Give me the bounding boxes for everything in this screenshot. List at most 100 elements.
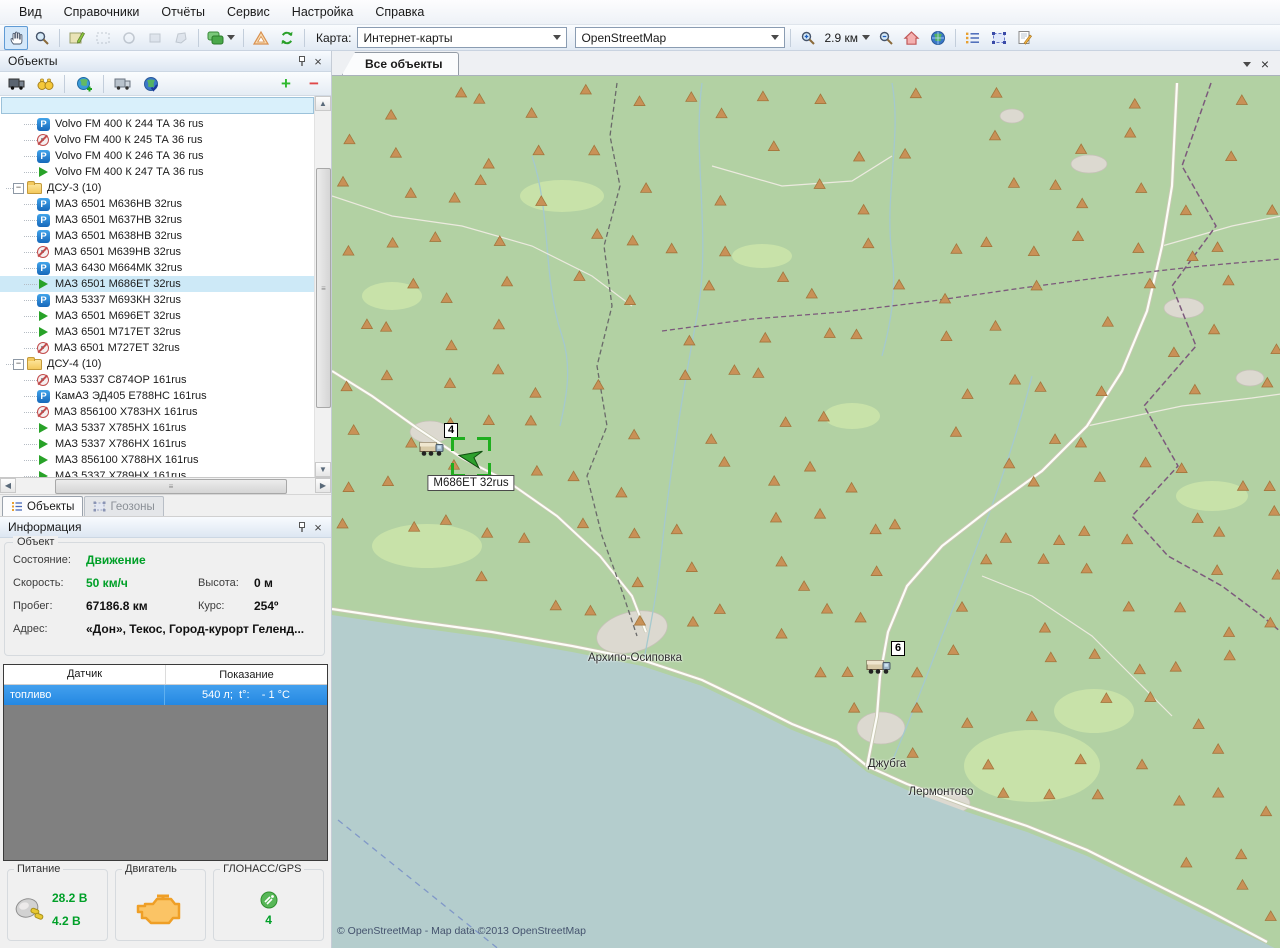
add-object-button[interactable]: + xyxy=(274,72,298,96)
zoom-tool-button[interactable] xyxy=(30,26,54,50)
zoom-scale-value: 2.9 км xyxy=(824,31,858,45)
engine-title: Двигатель xyxy=(122,863,180,875)
vehicle-truck-marker[interactable] xyxy=(419,440,445,461)
scroll-right-button[interactable]: ▶ xyxy=(315,478,331,493)
edit-map-button[interactable] xyxy=(65,26,89,50)
globe-icon xyxy=(930,30,946,46)
tree-item[interactable]: МАЗ 6501 М696ЕТ 32rus xyxy=(0,308,314,324)
refresh-button[interactable] xyxy=(275,26,299,50)
offline-status-icon xyxy=(37,134,49,146)
tree-filter-input[interactable] xyxy=(1,97,314,114)
vehicle-truck-marker[interactable] xyxy=(866,658,892,679)
object-on-map-button[interactable] xyxy=(139,72,163,96)
tree-item[interactable]: МАЗ 6501 М639НВ 32rus xyxy=(0,244,314,260)
map-tab-all-objects[interactable]: Все объекты xyxy=(342,52,459,75)
tree-item[interactable]: МАЗ 856100 Х788НХ 161rus xyxy=(0,452,314,468)
scroll-up-button[interactable]: ▲ xyxy=(315,96,331,111)
close-map-tab-icon[interactable]: × xyxy=(1256,55,1274,73)
menu-item-5[interactable]: Настройка xyxy=(281,2,365,22)
tree-item-label: МАЗ 856100 Х783НХ 161rus xyxy=(54,406,198,418)
scroll-left-button[interactable]: ◀ xyxy=(0,478,16,493)
circle-zone-button[interactable] xyxy=(117,26,141,50)
speed-label: Скорость: xyxy=(13,577,86,589)
map-canvas[interactable]: © OpenStreetMap - Map data ©2013 OpenStr… xyxy=(332,76,1280,948)
tree-item[interactable]: МАЗ 5337 Х786НХ 161rus xyxy=(0,436,314,452)
show-vehicle-button[interactable] xyxy=(5,72,29,96)
separator xyxy=(198,29,199,47)
layers-button[interactable] xyxy=(204,26,238,50)
zoom-scale-control[interactable]: 2.9 км xyxy=(822,31,872,45)
zoom-in-button[interactable] xyxy=(796,26,820,50)
truck-dark-icon xyxy=(8,77,26,90)
pan-tool-button[interactable] xyxy=(4,26,28,50)
pin-icon[interactable] xyxy=(294,520,310,535)
home-view-button[interactable] xyxy=(900,26,924,50)
tree-item-label: МАЗ 5337 Х785НХ 161rus xyxy=(55,422,186,434)
rect-zone-button[interactable] xyxy=(143,26,167,50)
find-object-button[interactable] xyxy=(33,72,57,96)
tree-item[interactable]: МАЗ 856100 Х783НХ 161rus xyxy=(0,404,314,420)
tree-item-label: МАЗ 5337 Х786НХ 161rus xyxy=(55,438,186,450)
scroll-thumb[interactable]: ≡ xyxy=(55,479,287,494)
show-all-on-map-button[interactable] xyxy=(72,72,96,96)
expander-icon[interactable]: − xyxy=(13,183,24,194)
polygon-zone-button[interactable] xyxy=(169,26,193,50)
tree-item[interactable]: PМАЗ 6501 М638НВ 32rus xyxy=(0,228,314,244)
map-provider-combobox[interactable]: OpenStreetMap xyxy=(575,27,785,48)
close-icon[interactable]: × xyxy=(310,54,326,69)
object-list-button[interactable] xyxy=(961,26,985,50)
dropdown-caret xyxy=(771,35,779,40)
tree-item[interactable]: PМАЗ 6430 М664МК 32rus xyxy=(0,260,314,276)
selected-vehicle-marker[interactable] xyxy=(451,437,491,477)
tree-item[interactable]: PМАЗ 5337 М693КН 32rus xyxy=(0,292,314,308)
tree-item[interactable]: PМАЗ 6501 М637НВ 32rus xyxy=(0,212,314,228)
tab-list-dropdown[interactable] xyxy=(1238,55,1256,73)
scroll-down-button[interactable]: ▼ xyxy=(315,462,331,477)
notes-button[interactable] xyxy=(1013,26,1037,50)
zoom-out-button[interactable] xyxy=(874,26,898,50)
tree-guide xyxy=(24,412,37,413)
geofence-button[interactable] xyxy=(987,26,1011,50)
tree-item[interactable]: PVolvo FM 400 К 244 ТА 36 rus xyxy=(0,116,314,132)
tab-geofences[interactable]: Геозоны xyxy=(84,496,163,516)
object-info-group: Объект Состояние: Движение Скорость: 50 … xyxy=(4,542,325,656)
tree-vertical-scrollbar[interactable]: ▲ ≡ ▼ xyxy=(314,96,331,477)
lasso-select-button[interactable] xyxy=(91,26,115,50)
offline-status-icon xyxy=(37,342,49,354)
tree-item[interactable]: МАЗ 6501 М717ЕТ 32rus xyxy=(0,324,314,340)
tree-item[interactable]: МАЗ 5337 С874ОР 161rus xyxy=(0,372,314,388)
map-type-combobox[interactable]: Интернет-карты xyxy=(357,27,567,48)
engine-icon xyxy=(135,892,187,926)
tree-item[interactable]: МАЗ 6501 М686ЕТ 32rus xyxy=(0,276,314,292)
tree-item[interactable]: МАЗ 6501 М727ЕТ 32rus xyxy=(0,340,314,356)
sensor-row-fuel[interactable]: топливо 540 л; t°: - 1 °C xyxy=(4,685,327,705)
tree-item[interactable]: Volvo FM 400 К 247 ТА 36 rus xyxy=(0,164,314,180)
tree-item[interactable]: PVolvo FM 400 К 246 ТА 36 rus xyxy=(0,148,314,164)
measure-button[interactable] xyxy=(249,26,273,50)
close-icon[interactable]: × xyxy=(310,520,326,535)
tree-item[interactable]: МАЗ 5337 Х789НХ 161rus xyxy=(0,468,314,477)
tree-item[interactable]: PМАЗ 6501 М636НВ 32rus xyxy=(0,196,314,212)
parked-status-icon: P xyxy=(37,150,50,163)
expander-icon[interactable]: − xyxy=(13,359,24,370)
tree-item[interactable]: Volvo FM 400 К 245 ТА 36 rus xyxy=(0,132,314,148)
remove-object-button[interactable]: − xyxy=(302,72,326,96)
tab-objects[interactable]: Объекты xyxy=(2,496,83,516)
follow-vehicle-button[interactable] xyxy=(111,72,135,96)
tree-item[interactable]: МАЗ 5337 Х785НХ 161rus xyxy=(0,420,314,436)
scroll-thumb[interactable]: ≡ xyxy=(316,168,331,408)
world-view-button[interactable] xyxy=(926,26,950,50)
tree-item[interactable]: −ДСУ-3 (10) xyxy=(0,180,314,196)
menu-item-6[interactable]: Справка xyxy=(364,2,435,22)
menu-item-3[interactable]: Отчёты xyxy=(150,2,216,22)
value-column-header: Показание xyxy=(166,669,327,681)
tree-horizontal-scrollbar[interactable]: ◀ ≡ ▶ xyxy=(0,478,331,495)
pin-icon[interactable] xyxy=(294,54,310,69)
separator xyxy=(59,29,60,47)
engine-group: Двигатель xyxy=(115,869,206,941)
menu-item-1[interactable]: Вид xyxy=(8,2,53,22)
menu-item-4[interactable]: Сервис xyxy=(216,2,281,22)
tree-item[interactable]: PКамАЗ ЭД405 Е788НС 161rus xyxy=(0,388,314,404)
menu-item-2[interactable]: Справочники xyxy=(53,2,151,22)
tree-item[interactable]: −ДСУ-4 (10) xyxy=(0,356,314,372)
